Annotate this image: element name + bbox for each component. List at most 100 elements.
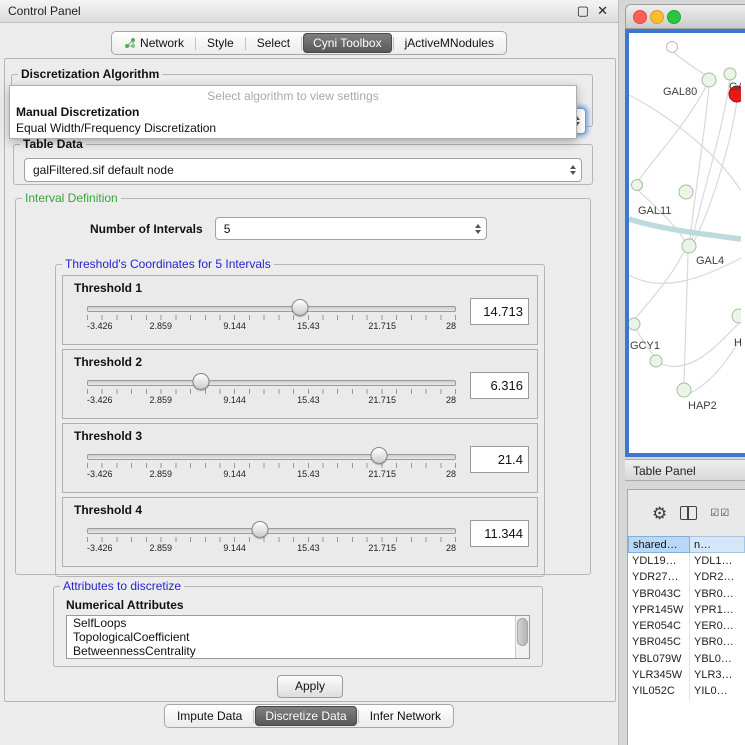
column-header-name[interactable]: n…	[690, 536, 745, 553]
network-node[interactable]	[632, 180, 643, 191]
threshold-slider[interactable]: -3.4262.8599.14415.4321.71528	[87, 446, 456, 480]
column-header-shared-name[interactable]: shared…	[628, 536, 690, 553]
window-title: Control Panel	[0, 4, 81, 18]
slider-track[interactable]	[87, 306, 456, 312]
table-cell[interactable]: YBL0…	[690, 651, 745, 667]
table-cell[interactable]: YER0…	[690, 618, 745, 634]
table-row[interactable]: YER054CYER0…	[628, 618, 745, 634]
slider-tick-marks	[87, 537, 456, 542]
table-cell[interactable]: YLR345W	[628, 667, 690, 683]
table-data-combobox[interactable]: galFiltered.sif default node	[24, 158, 582, 182]
slider-track[interactable]	[87, 380, 456, 386]
network-node-gal4[interactable]	[682, 239, 696, 253]
table-row[interactable]: YBL079WYBL0…	[628, 651, 745, 667]
close-traffic-light-icon[interactable]	[633, 10, 647, 24]
table-row[interactable]: YPR145WYPR1…	[628, 602, 745, 618]
zoom-traffic-light-icon[interactable]	[667, 10, 681, 24]
table-row[interactable]: YDR27…YDR2…	[628, 569, 745, 585]
table-cell[interactable]: YDR27…	[628, 569, 690, 585]
dropdown-option-equal-width-frequency[interactable]: Equal Width/Frequency Discretization	[10, 120, 576, 136]
columns-icon[interactable]	[680, 506, 697, 520]
tick-label: -3.426	[87, 469, 113, 479]
tab-select[interactable]: Select	[247, 33, 300, 53]
minimize-traffic-light-icon[interactable]	[650, 10, 664, 24]
table-cell[interactable]: YIL0…	[690, 683, 745, 699]
tab-jactivemnodules[interactable]: jActiveMNodules	[395, 33, 504, 53]
list-scrollbar[interactable]	[515, 616, 529, 658]
table-panel-titlebar[interactable]: Table Panel	[625, 459, 745, 481]
thresholds-container: Threshold 1-3.4262.8599.14415.4321.71528…	[56, 275, 544, 567]
table-cell[interactable]: YPR145W	[628, 602, 690, 618]
network-node-hap2[interactable]	[677, 383, 691, 397]
table-cell[interactable]: YIL052C	[628, 683, 690, 699]
table-cell[interactable]: YBR043C	[628, 586, 690, 602]
table-cell[interactable]: YLR3…	[690, 667, 745, 683]
tick-label: -3.426	[87, 543, 113, 553]
gear-icon[interactable]: ⚙	[652, 505, 667, 522]
network-node-gal11[interactable]	[679, 185, 693, 199]
number-of-intervals-value: 5	[216, 222, 231, 236]
table-cell[interactable]: YBR0…	[690, 586, 745, 602]
table-cell[interactable]: YBR0…	[690, 634, 745, 650]
network-canvas[interactable]: GAL80 GA GAL11 GAL4 GCY1 HAP2 H	[625, 29, 745, 457]
table-row[interactable]: YLR345WYLR3…	[628, 667, 745, 683]
slider-tick-marks	[87, 389, 456, 394]
list-item[interactable]: SelfLoops	[67, 616, 529, 630]
slider-thumb[interactable]	[193, 373, 210, 390]
table-cell[interactable]: YDR2…	[690, 569, 745, 585]
tab-discretize-data[interactable]: Discretize Data	[255, 706, 356, 726]
control-panel-titlebar[interactable]: Control Panel ▢ ✕	[0, 0, 618, 23]
float-window-icon[interactable]: ▢	[577, 0, 589, 22]
apply-button[interactable]: Apply	[277, 675, 343, 698]
table-cell[interactable]: YER054C	[628, 618, 690, 634]
threshold-value-field[interactable]: 11.344	[470, 520, 529, 547]
table-row[interactable]: YIL052CYIL0…	[628, 683, 745, 699]
table-row[interactable]: YBR043CYBR0…	[628, 586, 745, 602]
select-columns-icon[interactable]: ☑☑	[710, 508, 730, 519]
slider-track[interactable]	[87, 528, 456, 534]
slider-thumb[interactable]	[252, 521, 269, 538]
threshold-value-field[interactable]: 6.316	[470, 372, 529, 399]
table-row[interactable]: YDL19…YDL1…	[628, 553, 745, 569]
threshold-value-field[interactable]: 21.4	[470, 446, 529, 473]
tab-network[interactable]: Network	[114, 33, 194, 53]
slider-thumb[interactable]	[291, 299, 308, 316]
dropdown-option-manual-discretization[interactable]: Manual Discretization	[10, 104, 576, 120]
numerical-attributes-list[interactable]: SelfLoopsTopologicalCoefficientBetweenne…	[66, 615, 530, 659]
table-cell[interactable]: YDL19…	[628, 553, 690, 569]
tick-label: 2.859	[150, 321, 173, 331]
top-tab-strip: NetworkStyleSelectCyni ToolboxjActiveMNo…	[111, 31, 507, 55]
list-item[interactable]: BetweennessCentrality	[67, 644, 529, 658]
slider-track[interactable]	[87, 454, 456, 460]
dropdown-placeholder-item[interactable]: Select algorithm to view settings	[10, 88, 576, 104]
table-row[interactable]: YBR045CYBR0…	[628, 634, 745, 650]
tick-label: 28	[446, 543, 456, 553]
scrollbar-thumb[interactable]	[517, 618, 528, 646]
threshold-slider[interactable]: -3.4262.8599.14415.4321.71528	[87, 372, 456, 406]
discretization-algorithm-title: Discretization Algorithm	[18, 67, 162, 81]
table-cell[interactable]: YPR1…	[690, 602, 745, 618]
threshold-slider[interactable]: -3.4262.8599.14415.4321.71528	[87, 520, 456, 554]
list-item[interactable]: TopologicalCoefficient	[67, 630, 529, 644]
network-node[interactable]	[650, 355, 662, 367]
threshold-value-field[interactable]: 14.713	[470, 298, 529, 325]
tab-infer-network[interactable]: Infer Network	[360, 706, 451, 726]
network-window-titlebar[interactable]	[625, 4, 745, 29]
network-node[interactable]	[667, 42, 678, 53]
threshold-slider[interactable]: -3.4262.8599.14415.4321.71528	[87, 298, 456, 332]
tab-cyni-toolbox[interactable]: Cyni Toolbox	[303, 33, 391, 53]
tab-style[interactable]: Style	[197, 33, 244, 53]
network-node[interactable]	[732, 309, 741, 323]
table-cell[interactable]: YBR045C	[628, 634, 690, 650]
number-of-intervals-combobox[interactable]: 5	[215, 217, 487, 240]
network-node[interactable]	[724, 68, 736, 80]
network-node-gcy1[interactable]	[629, 318, 640, 330]
tab-impute-data[interactable]: Impute Data	[167, 706, 252, 726]
close-window-icon[interactable]: ✕	[597, 0, 608, 22]
table-cell[interactable]: YDL1…	[690, 553, 745, 569]
network-node-gal80[interactable]	[702, 73, 716, 87]
node-label-hap2: HAP2	[688, 400, 717, 412]
table-cell[interactable]: YBL079W	[628, 651, 690, 667]
slider-thumb[interactable]	[370, 447, 387, 464]
tab-separator	[195, 37, 196, 50]
